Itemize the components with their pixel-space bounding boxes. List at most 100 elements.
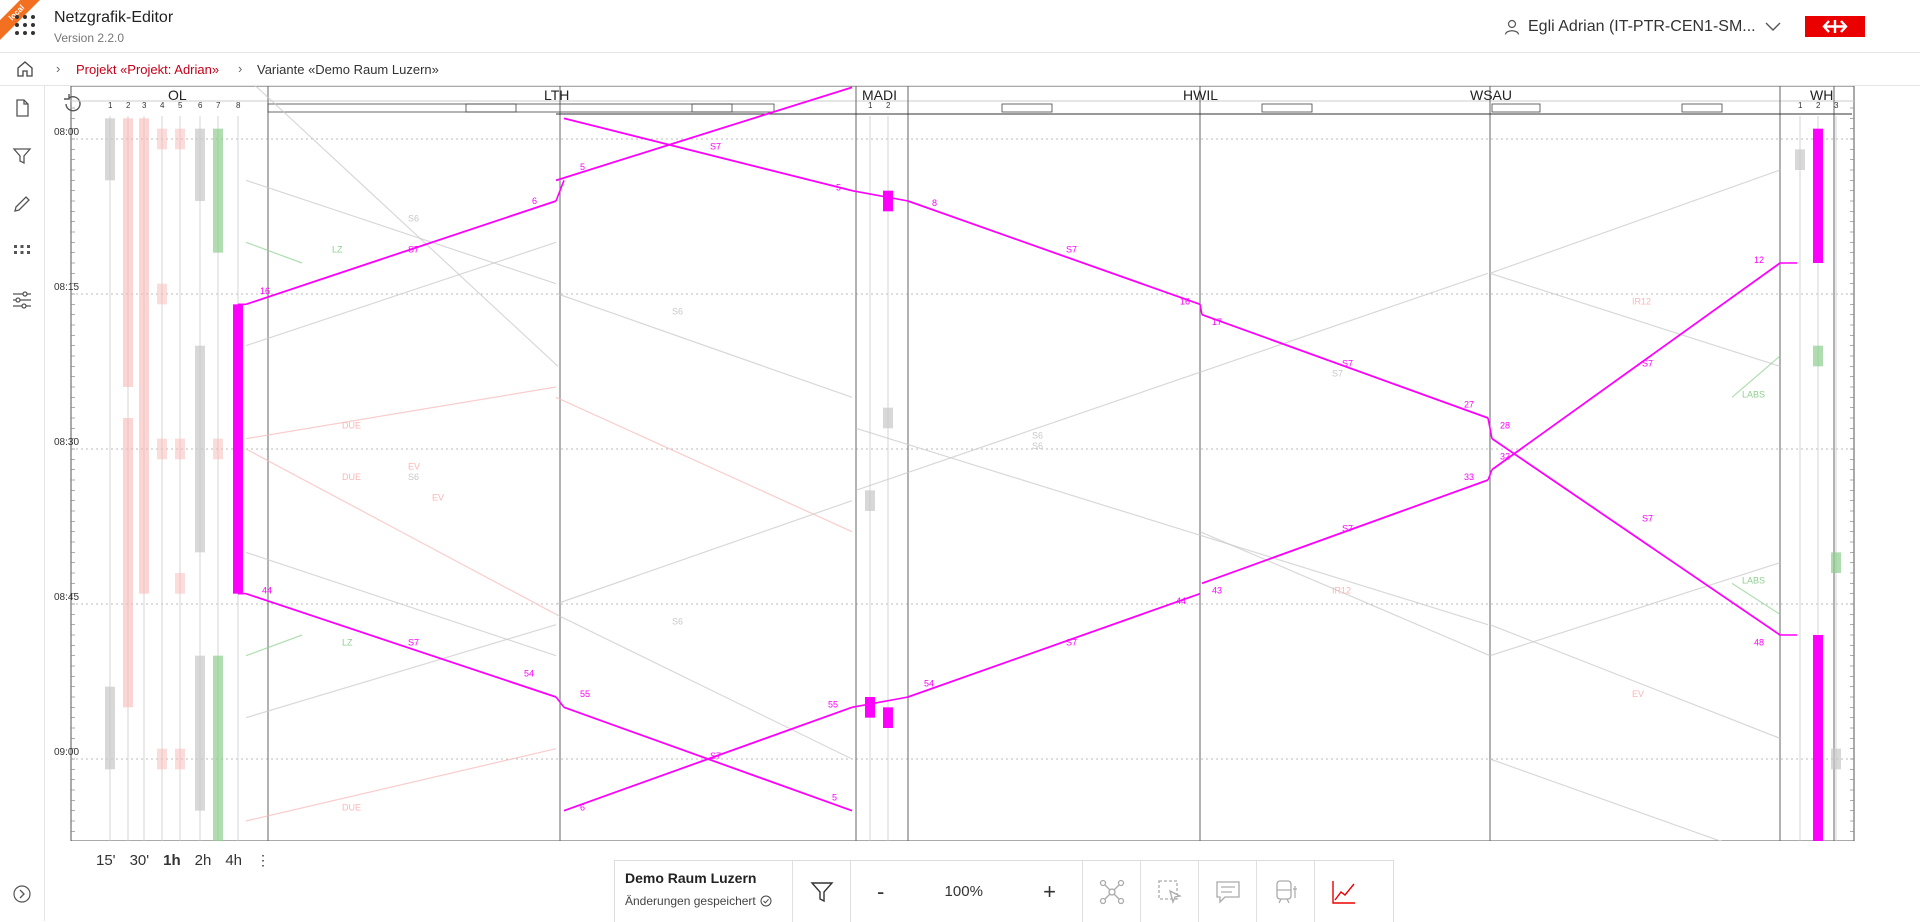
app-header: local Netzgrafik-Editor Version 2.2.0 Eg… <box>0 0 1920 53</box>
track-block <box>175 128 185 150</box>
notes-button[interactable] <box>1199 861 1257 922</box>
train-label-s7: S7 <box>710 141 721 151</box>
train-label-s7: S7 <box>1642 358 1653 368</box>
expand-right-icon[interactable] <box>12 884 32 904</box>
track-block <box>1795 149 1805 170</box>
breadcrumb-project[interactable]: Projekt «Projekt: Adrian» <box>76 62 219 77</box>
breadcrumb: › Projekt «Projekt: Adrian» › Variante «… <box>0 53 1920 86</box>
minute-label: 17 <box>1212 317 1222 327</box>
station-header-wsau[interactable]: WSAU <box>1470 87 1512 103</box>
train-label-faded: EV <box>408 462 420 472</box>
timescale-1h[interactable]: 1h <box>163 852 181 869</box>
train-label-faded: S6 <box>1032 441 1043 451</box>
train-label-faded: DUE <box>342 472 361 482</box>
document-icon[interactable] <box>12 98 32 118</box>
home-icon[interactable] <box>16 60 34 78</box>
timetable-svg[interactable]: 08:0008:0008:1508:1508:3008:3008:4508:45… <box>52 86 1862 841</box>
train-label-faded: S6 <box>408 472 419 482</box>
s7-train-path <box>245 200 557 306</box>
user-menu[interactable]: Egli Adrian (IT-PTR-CEN1-SM... <box>1504 17 1782 37</box>
zoom-in-button[interactable]: + <box>1043 879 1056 905</box>
minute-label: 6 <box>532 196 537 206</box>
app-title: Netzgrafik-Editor <box>54 9 174 26</box>
track-block-active <box>233 304 243 594</box>
app-grid-icon[interactable] <box>14 14 36 36</box>
filter-icon[interactable] <box>12 146 32 166</box>
track-block <box>1831 552 1841 573</box>
zoom-level: 100% <box>944 883 983 900</box>
station-header-hwil[interactable]: HWIL <box>1183 87 1218 103</box>
track-block <box>157 748 167 770</box>
timescale-15m[interactable]: 15' <box>96 852 116 869</box>
timetable-chart[interactable]: 08:0008:0008:1508:1508:3008:3008:4508:45… <box>52 86 1862 841</box>
train-label-faded: S6 <box>408 214 419 224</box>
timescale-2h[interactable]: 2h <box>195 852 212 869</box>
minute-label: 48 <box>1754 637 1764 647</box>
track-block <box>157 438 167 460</box>
station-header-lth[interactable]: LTH <box>544 87 569 103</box>
timescale-4h[interactable]: 4h <box>225 852 242 869</box>
train-button[interactable] <box>1257 861 1315 922</box>
section-box <box>1001 103 1053 113</box>
train-label-s7: S7 <box>1642 513 1653 523</box>
app-version: Version 2.2.0 <box>54 31 125 45</box>
minute-label: 5 <box>580 162 585 172</box>
minute-label: 27 <box>1464 400 1474 410</box>
more-vertical-icon[interactable]: ⋮ <box>256 852 270 869</box>
train-label-faded: DUE <box>342 420 361 430</box>
zoom-out-button[interactable]: - <box>877 879 884 905</box>
minute-label: 5 <box>832 792 837 802</box>
minute-label: 16 <box>1180 296 1190 306</box>
section-box <box>465 103 517 113</box>
streckengrafik-button[interactable] <box>1315 861 1373 922</box>
settings-sliders-icon[interactable] <box>12 290 32 310</box>
chevron-right-icon: › <box>238 61 243 76</box>
track-block <box>123 418 133 708</box>
s7-train-path <box>1491 437 1781 636</box>
train-label-faded: LABS <box>1742 575 1765 585</box>
filter-button[interactable] <box>793 861 851 922</box>
station-header-ol[interactable]: OL <box>168 87 187 103</box>
track-number: 8 <box>236 101 241 110</box>
timescale-30m[interactable]: 30' <box>130 852 150 869</box>
minute-label: 33 <box>1464 472 1474 482</box>
track-block <box>175 748 185 770</box>
station-header-madi[interactable]: MADI <box>862 87 897 103</box>
minute-label: 6 <box>580 803 585 813</box>
track-number: 3 <box>142 101 147 110</box>
grid-icon[interactable] <box>12 242 32 262</box>
faded-train-path <box>1731 582 1781 615</box>
s7-train-path <box>245 592 557 698</box>
filter-icon <box>809 881 834 902</box>
save-status-text: Änderungen gespeichert <box>625 894 756 908</box>
multiselect-button[interactable] <box>1141 861 1199 922</box>
save-status: Änderungen gespeichert <box>625 894 782 908</box>
time-label-left: 08:15 <box>54 282 79 293</box>
chart-frame <box>70 86 1855 841</box>
time-label-left: 08:00 <box>54 127 79 138</box>
faded-train-path <box>245 748 557 822</box>
train-label-faded: DUE <box>342 803 361 813</box>
train-label-faded: S6 <box>1032 431 1043 441</box>
time-label-left: 08:30 <box>54 437 79 448</box>
train-label-faded: LZ <box>342 637 353 647</box>
chevron-down-icon[interactable] <box>1764 21 1782 33</box>
section-box <box>691 103 733 113</box>
minute-label: 12 <box>1754 255 1764 265</box>
network-button[interactable] <box>1083 861 1141 922</box>
train-label-s7: S7 <box>1342 524 1353 534</box>
track-block <box>1813 345 1823 367</box>
minute-label: 54 <box>924 679 934 689</box>
section-box <box>1681 103 1723 113</box>
faded-train-path <box>1489 758 1722 841</box>
faded-train-path <box>245 241 303 264</box>
track-block <box>139 118 149 594</box>
minute-label: 54 <box>524 668 534 678</box>
track-block <box>157 128 167 150</box>
line-chart-icon <box>1332 880 1355 904</box>
track-number: 1 <box>1798 101 1803 110</box>
pencil-icon[interactable] <box>12 194 32 214</box>
station-header-wh[interactable]: WH <box>1810 87 1833 103</box>
track-block-active <box>883 190 893 212</box>
minute-label: 55 <box>580 689 590 699</box>
